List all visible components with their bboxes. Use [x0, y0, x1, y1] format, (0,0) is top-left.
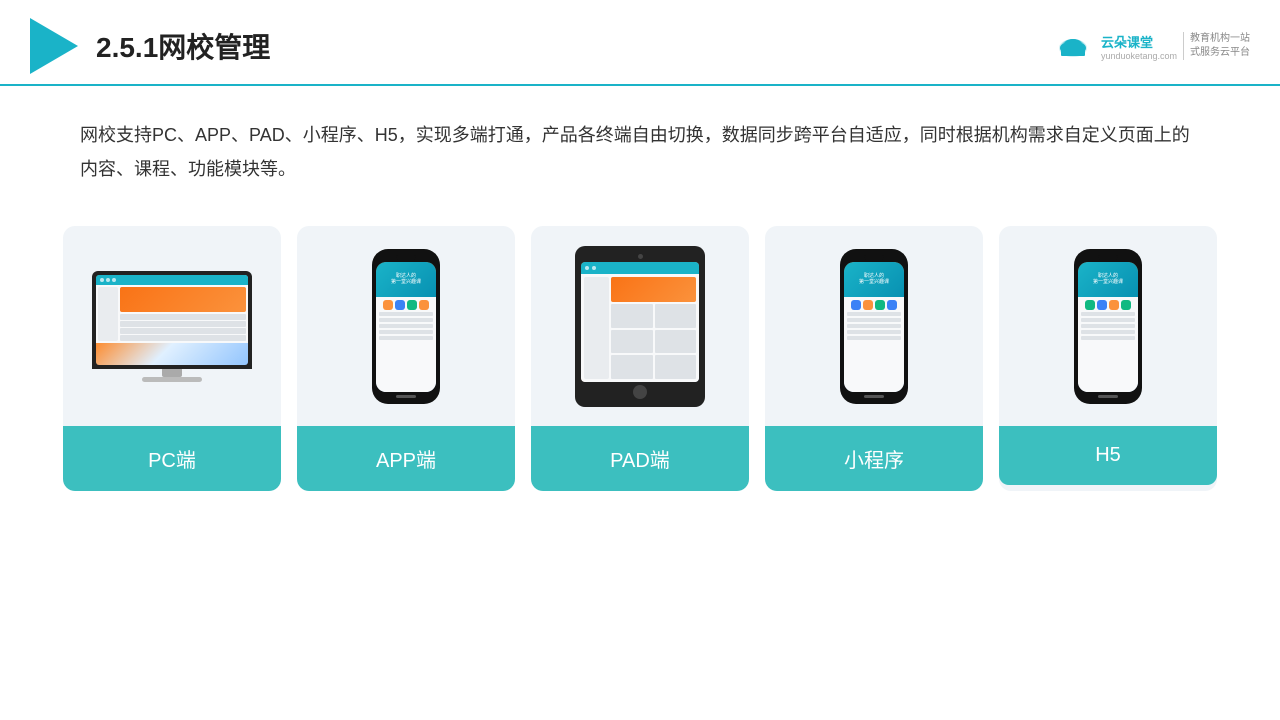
card-pc: PC端 — [63, 226, 281, 491]
pc-screen-outer — [92, 271, 252, 369]
card-h5: 职达人的第一堂兴趣课 — [999, 226, 1217, 491]
card-app: 职达人的第一堂兴趣课 — [297, 226, 515, 491]
cards-area: PC端 职达人的第一堂兴趣课 — [0, 206, 1280, 521]
h5-label: H5 — [999, 426, 1217, 485]
header: 2.5.1网校管理 云朵课堂 yunduoketang.com 教育机构一站式服… — [0, 0, 1280, 86]
cloud-icon — [1051, 30, 1095, 62]
pc-label: PC端 — [63, 426, 281, 491]
brand-name: 云朵课堂 — [1101, 32, 1177, 51]
app-image-area: 职达人的第一堂兴趣课 — [297, 226, 515, 426]
page-title: 2.5.1网校管理 — [96, 26, 270, 66]
h5-phone-outer: 职达人的第一堂兴趣课 — [1074, 249, 1142, 404]
h5-phone-mockup: 职达人的第一堂兴趣课 — [1074, 249, 1142, 404]
pad-label: PAD端 — [531, 426, 749, 491]
tablet-mockup — [575, 246, 705, 407]
mini-label: 小程序 — [765, 426, 983, 491]
brand-slogan: 教育机构一站式服务云平台 — [1183, 32, 1250, 60]
card-pad: PAD端 — [531, 226, 749, 491]
card-mini: 职达人的第一堂兴趣课 — [765, 226, 983, 491]
mini-phone-mockup: 职达人的第一堂兴趣课 — [840, 249, 908, 404]
pc-image-area — [63, 226, 281, 426]
brand-text: 云朵课堂 yunduoketang.com — [1101, 32, 1177, 61]
mini-image-area: 职达人的第一堂兴趣课 — [765, 226, 983, 426]
mini-phone-outer: 职达人的第一堂兴趣课 — [840, 249, 908, 404]
app-label: APP端 — [297, 426, 515, 491]
tablet-outer — [575, 246, 705, 407]
phone-mockup: 职达人的第一堂兴趣课 — [372, 249, 440, 404]
pc-screen — [96, 275, 248, 365]
logo-triangle-icon — [30, 18, 78, 74]
pc-mockup — [92, 271, 252, 382]
phone-outer: 职达人的第一堂兴趣课 — [372, 249, 440, 404]
h5-image-area: 职达人的第一堂兴趣课 — [999, 226, 1217, 426]
header-left: 2.5.1网校管理 — [30, 18, 270, 74]
pad-image-area — [531, 226, 749, 426]
brand-url: yunduoketang.com — [1101, 51, 1177, 61]
brand-logo: 云朵课堂 yunduoketang.com 教育机构一站式服务云平台 — [1051, 30, 1250, 62]
description-content: 网校支持PC、APP、PAD、小程序、H5，实现多端打通，产品各终端自由切换，数… — [80, 125, 1190, 179]
description-text: 网校支持PC、APP、PAD、小程序、H5，实现多端打通，产品各终端自由切换，数… — [0, 86, 1280, 206]
